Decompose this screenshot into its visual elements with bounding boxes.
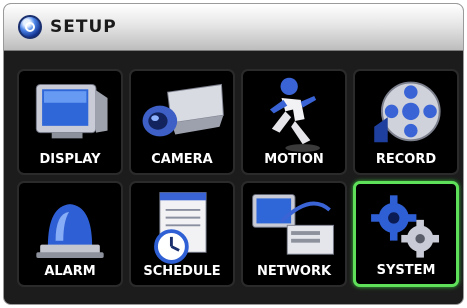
menu-item-label: DISPLAY [39, 152, 101, 167]
menu-item-label: NETWORK [256, 264, 332, 279]
menu-item-label: RECORD [375, 152, 437, 167]
menu-item-record[interactable]: RECORD [353, 69, 459, 175]
menu-item-label: CAMERA [151, 152, 213, 167]
menu-item-alarm[interactable]: ALARM [17, 181, 123, 287]
menu-item-label: SCHEDULE [143, 264, 221, 279]
menu-item-label: MOTION [264, 152, 324, 167]
setup-window: SETUP DISPLAY CAMERA MOTION RECORD ALARM… [3, 3, 464, 305]
menu-item-network[interactable]: NETWORK [241, 181, 347, 287]
menu-item-display[interactable]: DISPLAY [17, 69, 123, 175]
window-title: SETUP [50, 17, 117, 37]
title-bar: SETUP [4, 4, 463, 51]
menu-item-system[interactable]: SYSTEM [353, 181, 459, 287]
menu-item-schedule[interactable]: SCHEDULE [129, 181, 235, 287]
menu-item-label: ALARM [44, 264, 96, 279]
menu-item-label: SYSTEM [376, 263, 436, 278]
menu-item-motion[interactable]: MOTION [241, 69, 347, 175]
setup-icon [18, 15, 42, 39]
menu-item-camera[interactable]: CAMERA [129, 69, 235, 175]
